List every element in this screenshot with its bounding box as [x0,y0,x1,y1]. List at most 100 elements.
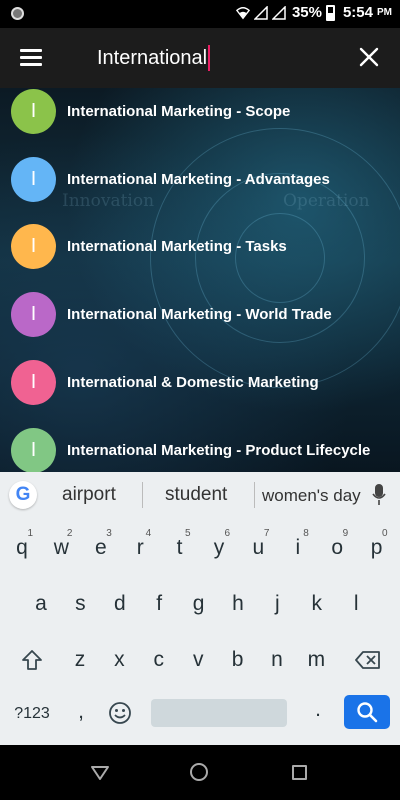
key-label: t [176,536,183,559]
key-v[interactable]: v [179,634,217,686]
key-label: k [311,592,323,615]
key-label: c [153,648,165,671]
key-f[interactable]: f [140,578,178,630]
key-x[interactable]: x [100,634,138,686]
search-icon [357,702,378,723]
key-label: v [192,648,204,671]
emoji-icon[interactable] [108,701,132,725]
period-key[interactable]: . [299,685,337,735]
key-r[interactable]: r4 [121,522,159,574]
list-item-label: International Marketing - Product Lifecy… [67,441,371,459]
key-m[interactable]: m [297,634,335,686]
search-input[interactable]: International [97,44,211,72]
key-label: j [275,592,280,615]
battery-icon [325,4,335,21]
key-label: e [94,536,107,559]
suggestion-1[interactable]: airport [62,484,116,506]
menu-icon[interactable] [20,49,42,67]
key-label: m [307,648,326,671]
avatar: I [11,427,56,472]
navigation-bar [0,745,400,800]
key-label: h [232,592,244,615]
spacebar[interactable] [151,699,287,727]
key-hint: 8 [303,528,309,539]
list-item-label: International Marketing - Advantages [67,170,330,188]
status-bar: 35% 5:54 PM [0,0,400,28]
list-item[interactable]: I International Marketing - Scope [0,88,400,140]
key-s[interactable]: s [61,578,99,630]
battery-percent: 35% [291,4,322,21]
key-n[interactable]: n [258,634,296,686]
list-item[interactable]: I International Marketing - Product Life… [0,421,400,472]
key-label: q [16,536,28,559]
text-cursor [208,45,211,71]
shift-icon[interactable] [21,649,43,671]
suggestion-strip: G airport student women's day [0,472,400,518]
key-t[interactable]: t5 [161,522,199,574]
key-row-2: l k j hgfd s a [0,578,400,634]
key-label: y [213,536,225,559]
divider [142,482,143,508]
list-item-label: International & Domestic Marketing [67,373,319,391]
key-z[interactable]: z [61,634,99,686]
key-b[interactable]: b [219,634,257,686]
key-label: s [75,592,86,615]
key-o[interactable]: o9 [318,522,356,574]
key-a[interactable]: a [22,578,60,630]
key-p[interactable]: p0 [358,522,396,574]
key-label: a [35,592,47,615]
key-label: o [331,536,344,559]
key-w[interactable]: w2 [42,522,80,574]
key-label: r [136,536,144,559]
recent-apps-icon[interactable] [292,765,307,780]
key-hint: 7 [263,528,270,539]
key-label: l [353,592,359,615]
key-k[interactable]: k [298,578,336,630]
key-u[interactable]: u7 [239,522,277,574]
key-label: w [53,536,69,559]
symbols-key[interactable]: ?123 [7,689,57,739]
back-icon[interactable] [90,765,110,781]
key-d[interactable]: d [101,578,139,630]
search-input-value: International [97,46,208,69]
list-item[interactable]: I International & Domestic Marketing [0,353,400,411]
list-item[interactable]: I International Marketing - Advantages [0,150,400,208]
search-key[interactable] [344,695,390,729]
key-label: d [113,592,126,615]
list-item-label: International Marketing - Scope [67,102,291,120]
signal-icon [253,5,268,20]
key-h[interactable]: h [219,578,257,630]
key-label: i [295,536,301,559]
clock-ampm: PM [377,7,392,18]
key-y[interactable]: y6 [200,522,238,574]
suggestion-2[interactable]: student [165,484,227,506]
key-q[interactable]: q1 [3,522,41,574]
google-logo-icon[interactable]: G [9,481,37,509]
key-hint: 2 [66,528,73,539]
comma-key[interactable]: , [62,687,100,737]
key-hint: 1 [27,528,33,539]
key-l[interactable]: l [337,578,375,630]
key-c[interactable]: c [140,634,178,686]
close-icon[interactable] [358,46,380,68]
key-hint: 0 [382,528,388,539]
backspace-icon[interactable] [355,651,381,669]
key-row-3: mnbv c x z [0,634,400,690]
list-item[interactable]: I International Marketing - Tasks [0,217,400,275]
key-label: p [370,536,383,559]
list-item[interactable]: I International Marketing - World Trade [0,285,400,343]
key-i[interactable]: i8 [279,522,317,574]
list-item-label: International Marketing - Tasks [67,237,287,255]
key-hint: 3 [106,528,112,539]
key-label: z [74,648,86,671]
avatar: I [11,291,56,337]
key-e[interactable]: e3 [82,522,120,574]
key-label: x [114,648,125,671]
key-label: u [252,536,265,559]
microphone-icon[interactable] [372,483,386,507]
key-j[interactable]: j [258,578,296,630]
avatar: I [11,88,56,134]
key-g[interactable]: g [180,578,218,630]
suggestion-3[interactable]: women's day [262,486,361,506]
home-icon[interactable] [190,763,208,781]
